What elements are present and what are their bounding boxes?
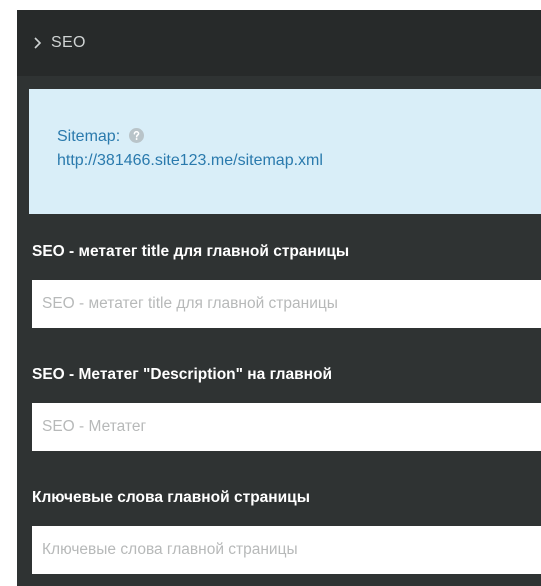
keywords-label: Ключевые слова главной страницы bbox=[32, 489, 310, 506]
sitemap-label-row: Sitemap: bbox=[57, 125, 541, 149]
keywords-input[interactable] bbox=[32, 526, 541, 574]
sitemap-label: Sitemap: bbox=[57, 128, 121, 145]
meta-title-input[interactable] bbox=[32, 280, 541, 328]
sitemap-info-box: Sitemap: http://381466.site123.me/sitema… bbox=[29, 89, 541, 214]
seo-section-header[interactable]: SEO bbox=[17, 10, 541, 76]
meta-description-label: SEO - Метатег "Description" на главной bbox=[32, 366, 333, 383]
chevron-right-icon[interactable] bbox=[31, 35, 45, 51]
meta-description-input[interactable] bbox=[32, 403, 541, 451]
sitemap-url-link[interactable]: http://381466.site123.me/sitemap.xml bbox=[57, 149, 541, 173]
meta-title-label: SEO - метатег title для главной страницы bbox=[32, 243, 350, 260]
section-title: SEO bbox=[51, 34, 86, 51]
question-circle-icon[interactable] bbox=[128, 128, 144, 143]
seo-settings-panel: SEO Sitemap: http://381466.site123.me/si… bbox=[17, 10, 541, 586]
